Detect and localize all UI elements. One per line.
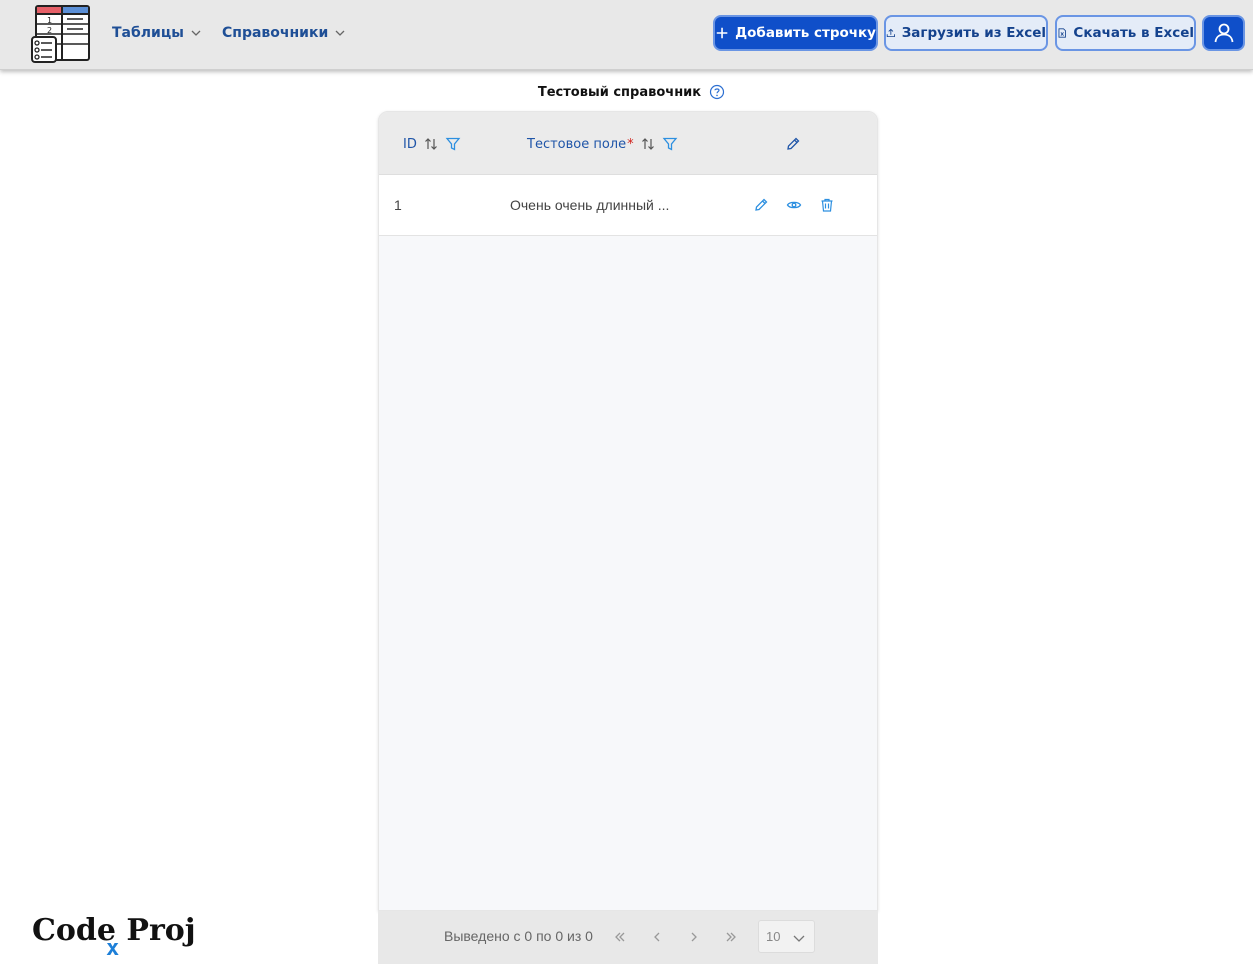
prev-page-button[interactable] xyxy=(647,928,667,946)
nav-menu-tables-label: Таблицы xyxy=(112,25,184,41)
cell-test-field: Очень очень длинный ... xyxy=(510,197,670,213)
column-header-actions xyxy=(785,134,801,154)
filter-icon[interactable] xyxy=(662,136,678,152)
sort-icon[interactable] xyxy=(423,136,439,152)
data-table: ID Тестовое поле * 1 Очень очень длинный… xyxy=(378,111,878,911)
page-size-value: 10 xyxy=(766,929,781,944)
delete-trash-icon[interactable] xyxy=(819,197,835,213)
upload-excel-button[interactable]: Загрузить из Excel xyxy=(884,15,1048,51)
first-page-button[interactable] xyxy=(610,928,630,946)
pencil-icon[interactable] xyxy=(785,136,801,152)
last-page-button[interactable] xyxy=(721,928,741,946)
top-navbar: 1 2 Таблицы Справочники Добавить строчку… xyxy=(0,0,1253,70)
column-header-id[interactable]: ID xyxy=(403,134,461,154)
excel-file-icon xyxy=(1058,28,1066,38)
column-header-test-field-label: Тестовое поле xyxy=(527,136,627,152)
svg-text:1: 1 xyxy=(47,16,52,25)
chevron-right-icon xyxy=(691,932,697,942)
watermark-x: x xyxy=(106,936,120,961)
add-row-button-label: Добавить строчку xyxy=(735,25,876,41)
chevron-down-icon xyxy=(191,30,201,36)
table-row[interactable]: 1 Очень очень длинный ... xyxy=(379,175,877,236)
upload-icon xyxy=(886,28,895,38)
svg-text:2: 2 xyxy=(47,26,52,35)
table-pagination: Выведено с 0 по 0 из 0 10 xyxy=(378,911,878,964)
page-title: Тестовый справочник xyxy=(537,84,702,100)
row-actions xyxy=(753,197,835,213)
double-chevron-right-icon xyxy=(726,932,736,942)
next-page-button[interactable] xyxy=(684,928,704,946)
nav-menu-tables[interactable]: Таблицы xyxy=(112,22,202,44)
required-mark: * xyxy=(627,136,634,152)
upload-excel-button-label: Загрузить из Excel xyxy=(901,25,1046,41)
user-icon xyxy=(1214,23,1233,43)
chevron-down-icon xyxy=(793,935,805,942)
page-size-select[interactable]: 10 xyxy=(758,920,815,953)
user-profile-button[interactable] xyxy=(1202,15,1245,51)
cell-id: 1 xyxy=(394,197,402,213)
double-chevron-left-icon xyxy=(615,932,625,942)
download-excel-button-label: Скачать в Excel xyxy=(1073,25,1194,41)
help-icon[interactable] xyxy=(709,84,725,100)
edit-icon[interactable] xyxy=(753,197,769,213)
sort-icon[interactable] xyxy=(640,136,656,152)
column-header-test-field[interactable]: Тестовое поле * xyxy=(527,134,678,154)
plus-icon xyxy=(716,27,728,39)
table-header: ID Тестовое поле * xyxy=(379,112,877,175)
app-logo-icon[interactable]: 1 2 xyxy=(31,4,91,64)
watermark-logo: Code Proj x xyxy=(32,913,196,963)
chevron-left-icon xyxy=(654,932,660,942)
nav-menu-references[interactable]: Справочники xyxy=(222,22,346,44)
column-header-id-label: ID xyxy=(403,136,417,152)
view-eye-icon[interactable] xyxy=(786,197,802,213)
download-excel-button[interactable]: Скачать в Excel xyxy=(1055,15,1196,51)
add-row-button[interactable]: Добавить строчку xyxy=(713,15,878,51)
filter-icon[interactable] xyxy=(445,136,461,152)
chevron-down-icon xyxy=(335,30,345,36)
page-title-row: Тестовый справочник xyxy=(0,82,1253,102)
nav-menu-references-label: Справочники xyxy=(222,25,329,41)
pagination-info: Выведено с 0 по 0 из 0 xyxy=(444,928,593,944)
